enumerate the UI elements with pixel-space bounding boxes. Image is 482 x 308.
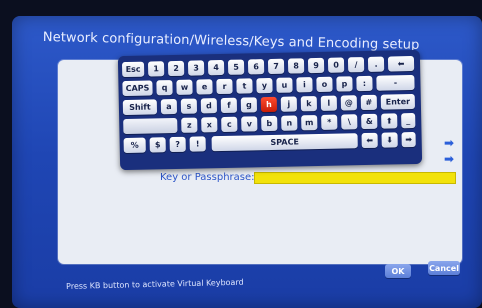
key-exclamation[interactable]: ! <box>189 136 206 152</box>
key-b[interactable]: b <box>261 115 278 132</box>
key-z[interactable]: z <box>181 117 198 133</box>
key-2[interactable]: 2 <box>167 60 185 77</box>
key-asterisk[interactable]: * <box>321 114 338 130</box>
key-g[interactable]: g <box>240 97 258 113</box>
key-dot[interactable]: . <box>367 56 385 72</box>
key-m[interactable]: m <box>301 115 318 131</box>
key-v[interactable]: v <box>241 116 258 132</box>
key-backslash[interactable]: \ <box>341 114 358 130</box>
key-i[interactable]: i <box>296 77 313 93</box>
arrow-right-key[interactable]: ➡ <box>401 131 416 148</box>
key-percent[interactable]: % <box>123 137 146 154</box>
key-w[interactable]: w <box>176 79 193 95</box>
key-underscore[interactable]: _ <box>401 112 416 129</box>
backspace-key[interactable]: ⬅ <box>387 55 415 72</box>
ok-button[interactable]: OK <box>385 264 411 278</box>
key-q[interactable]: q <box>156 80 173 96</box>
key-6[interactable]: 6 <box>247 59 265 75</box>
key-esc[interactable]: Esc <box>121 61 145 78</box>
key-3[interactable]: 3 <box>187 60 205 76</box>
arrow-up-key[interactable]: ⬆ <box>381 113 398 129</box>
key-k[interactable]: k <box>300 96 318 112</box>
virtual-keyboard: Esc 1 2 3 4 5 6 7 8 9 0 / . ⬅ CAPS q w e… <box>117 49 423 171</box>
key-passphrase-label: Key or Passphrase: <box>160 172 255 183</box>
key-r[interactable]: r <box>216 78 233 95</box>
status-hint: Press KB button to activate Virtual Keyb… <box>66 277 244 291</box>
key-7[interactable]: 7 <box>267 58 285 75</box>
tv-screen: Network configuration/Wireless/Keys and … <box>12 16 482 308</box>
key-8[interactable]: 8 <box>287 58 305 74</box>
space-key[interactable]: SPACE <box>211 133 358 152</box>
key-p[interactable]: p <box>336 76 353 92</box>
key-blank[interactable] <box>123 117 178 135</box>
key-1[interactable]: 1 <box>147 61 165 77</box>
key-h-active[interactable]: h <box>260 96 278 113</box>
arrow-left-key[interactable]: ⬅ <box>361 132 378 149</box>
arrow-right-icon[interactable]: ➡ <box>444 152 454 166</box>
page-title: Network configuration/Wireless/Keys and … <box>42 30 420 53</box>
key-n[interactable]: n <box>281 115 298 131</box>
key-a[interactable]: a <box>160 98 178 115</box>
cancel-button[interactable]: Cancel <box>428 261 460 275</box>
key-j[interactable]: j <box>280 96 298 112</box>
key-f[interactable]: f <box>220 97 238 114</box>
key-caps[interactable]: CAPS <box>122 80 153 97</box>
key-ampersand[interactable]: & <box>361 113 378 130</box>
key-y[interactable]: y <box>256 77 273 94</box>
key-e[interactable]: e <box>196 79 213 95</box>
arrow-right-icon[interactable]: ➡ <box>444 136 454 150</box>
key-0[interactable]: 0 <box>327 57 345 73</box>
key-passphrase-input[interactable] <box>254 172 456 184</box>
key-o[interactable]: o <box>316 76 333 93</box>
key-enter[interactable]: Enter <box>380 93 416 110</box>
key-slash[interactable]: / <box>347 57 365 73</box>
key-s[interactable]: s <box>180 98 198 114</box>
key-at[interactable]: @ <box>340 95 358 111</box>
arrow-down-key[interactable]: ⬇ <box>381 132 398 148</box>
key-question[interactable]: ? <box>169 136 186 153</box>
key-x[interactable]: x <box>201 117 218 133</box>
key-hash[interactable]: # <box>360 94 378 111</box>
key-shift[interactable]: Shift <box>122 99 158 116</box>
key-dash[interactable]: - <box>376 74 415 91</box>
key-colon[interactable]: : <box>356 75 373 92</box>
key-u[interactable]: u <box>276 77 293 93</box>
key-t[interactable]: t <box>236 78 253 94</box>
key-4[interactable]: 4 <box>207 59 225 76</box>
key-c[interactable]: c <box>221 116 238 133</box>
key-d[interactable]: d <box>200 98 218 114</box>
key-5[interactable]: 5 <box>227 59 245 75</box>
key-9[interactable]: 9 <box>307 57 325 74</box>
key-dollar[interactable]: $ <box>149 137 166 153</box>
key-l[interactable]: l <box>320 95 338 111</box>
